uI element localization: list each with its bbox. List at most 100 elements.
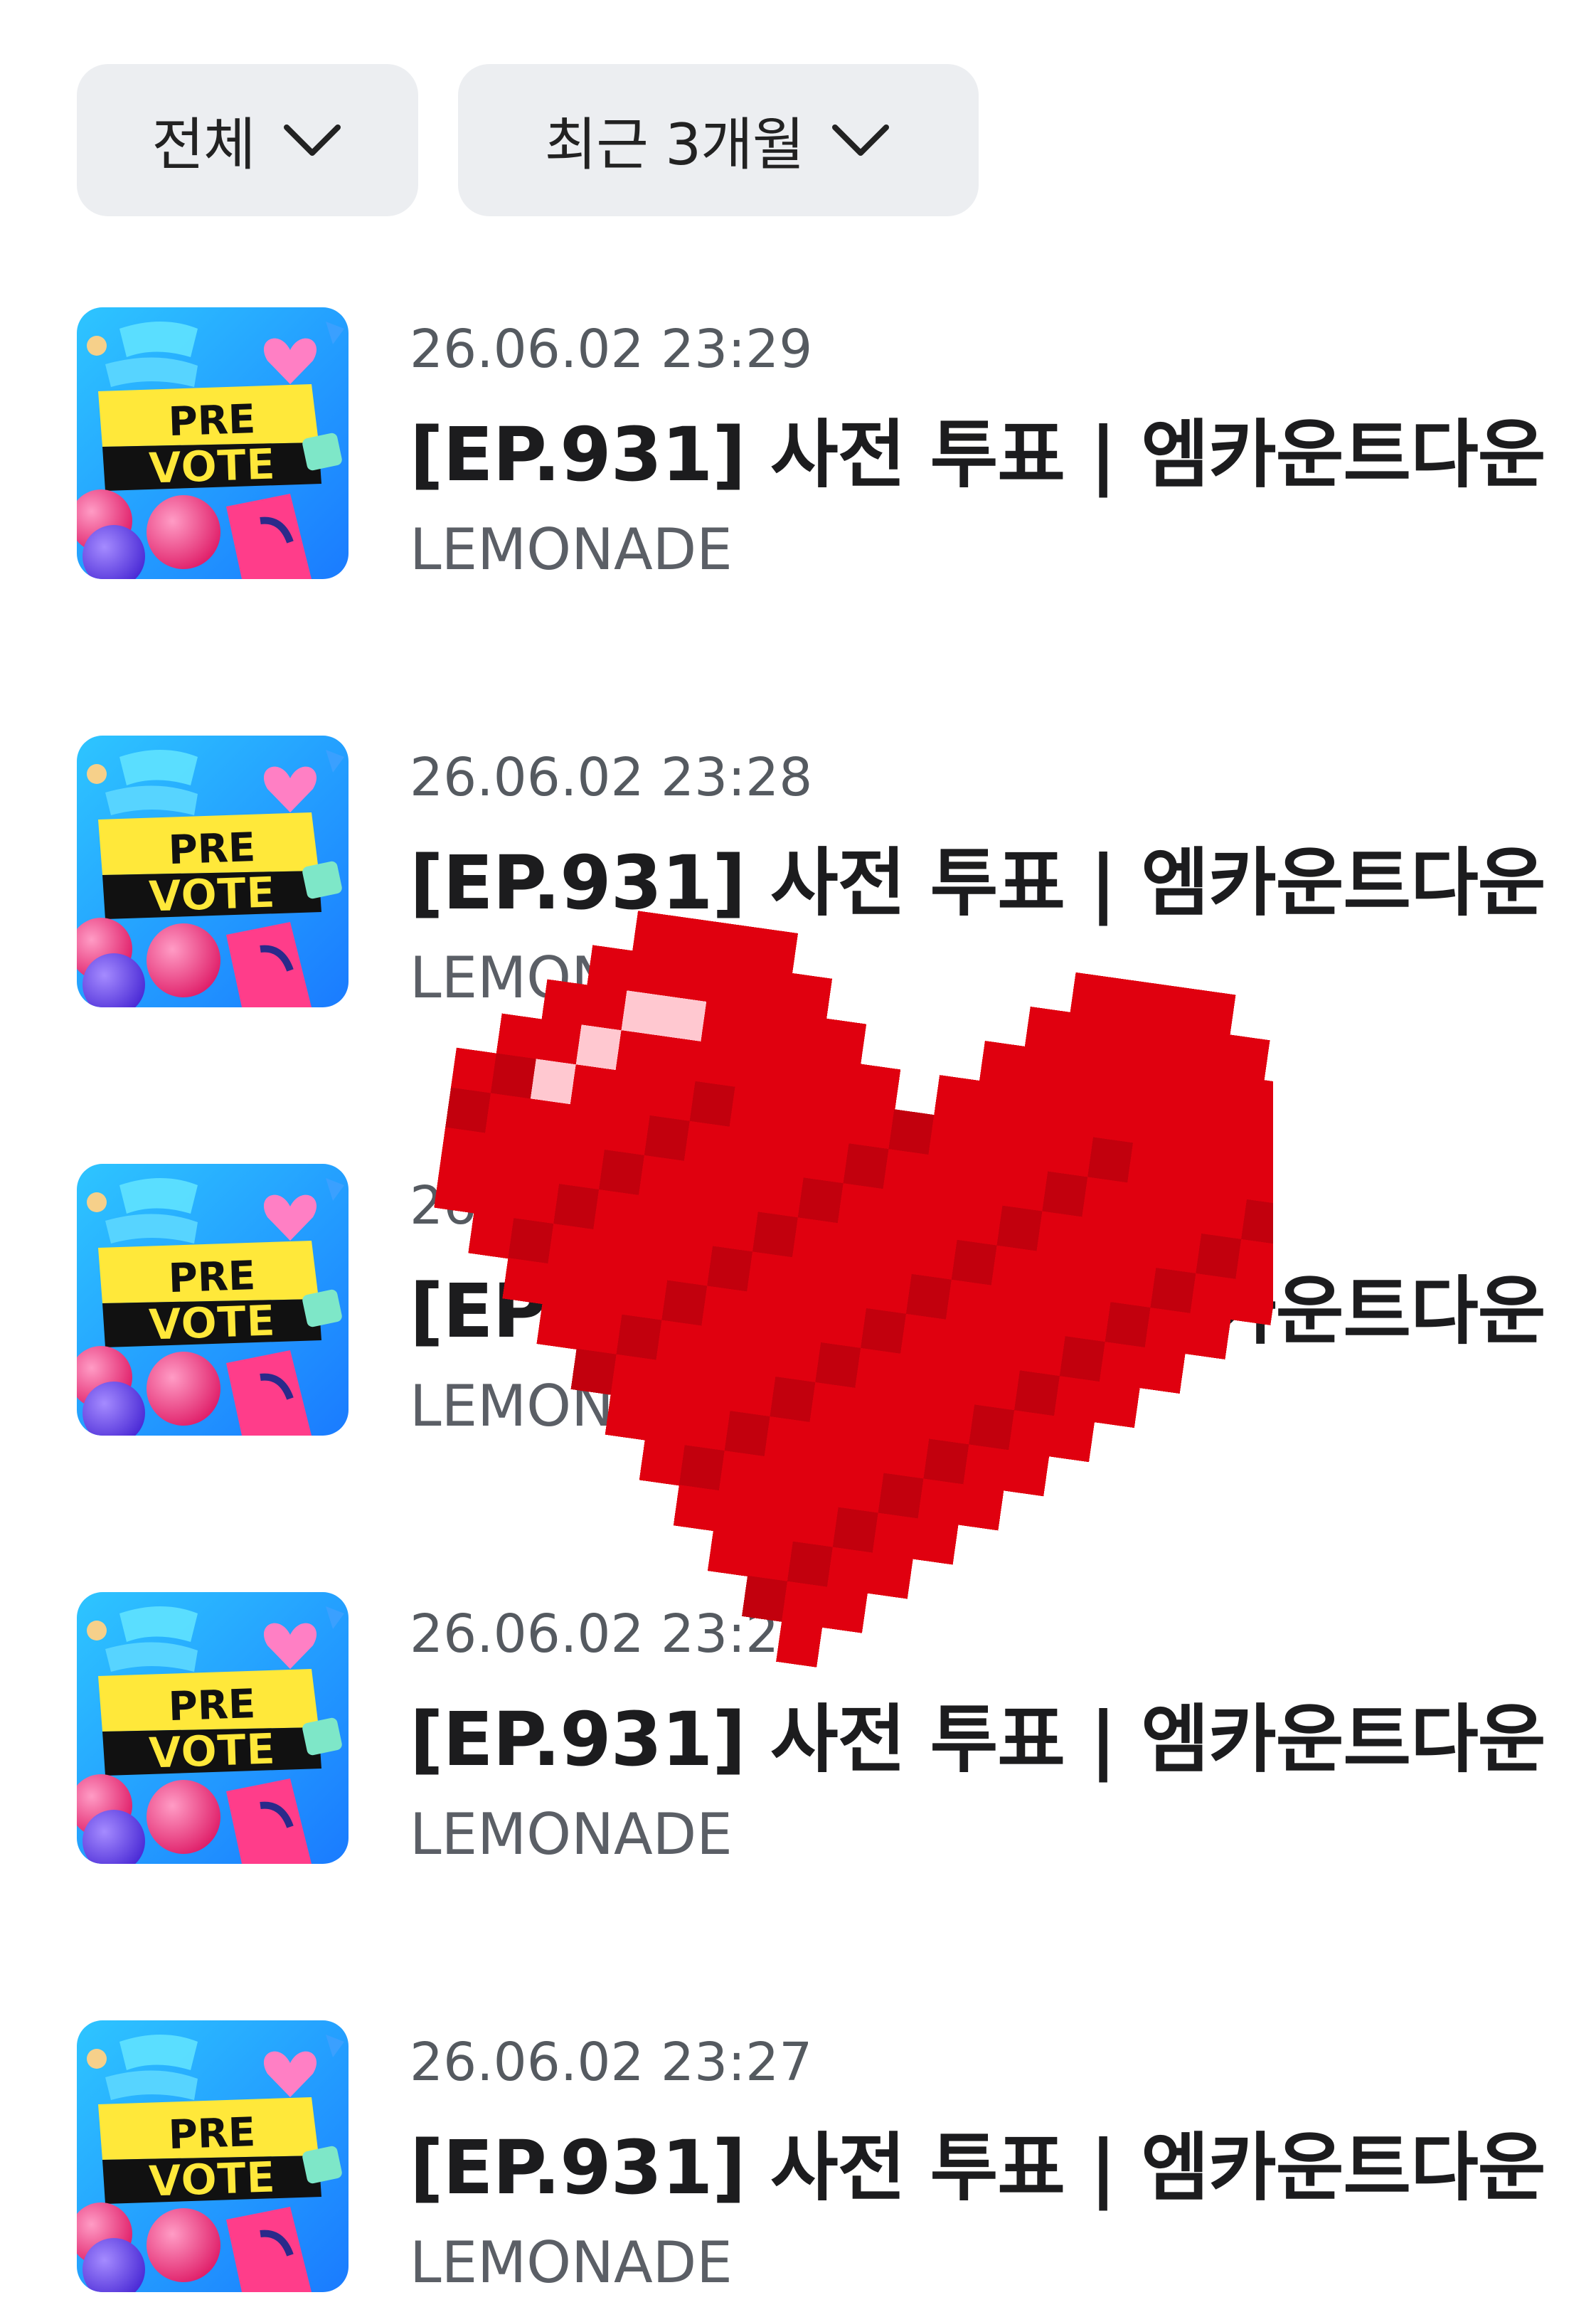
prevote-thumbnail: PRE VOTE [77, 1592, 349, 1864]
heart-pixel [1223, 1034, 1270, 1081]
heart-pixel [730, 1371, 777, 1418]
heart-pixel [923, 1438, 970, 1485]
heart-pixel [860, 1308, 908, 1355]
heart-pixel [872, 1512, 919, 1559]
list-item[interactable]: PRE VOTE 26.06.02 23:29 [EP.931] 사전 투표 |… [77, 307, 1546, 592]
heart-pixel [541, 979, 588, 1026]
heart-pixel [1013, 1086, 1060, 1133]
heart-pixel [922, 1154, 969, 1202]
heart-pixel [752, 1212, 799, 1258]
heart-pixel [678, 1160, 725, 1207]
thumb-line2: VOTE [148, 440, 277, 494]
heart-pixel [962, 1160, 1009, 1207]
heart-pixel [1190, 1273, 1237, 1320]
period-filter-dropdown[interactable]: 최근 3개월 [458, 64, 979, 216]
heart-pixel [1161, 1188, 1208, 1235]
heart-pixel [974, 1364, 1021, 1411]
list-item[interactable]: PRE VOTE 26.06.02 23:27 [EP.931] 사전 투표 |… [77, 2020, 1546, 2305]
heart-pixel [711, 922, 759, 969]
heart-pixel [809, 1098, 856, 1145]
heart-pixel [928, 1115, 975, 1162]
heart-pixel [496, 1013, 543, 1060]
heart-pixel [821, 1303, 868, 1350]
heart-pixel [786, 1257, 834, 1304]
heart-pixel [605, 1394, 651, 1441]
heart-pixel [1218, 1074, 1265, 1121]
heart-pixel [1076, 1216, 1123, 1263]
heart-pixel [696, 1325, 743, 1372]
heart-pixel [1092, 1097, 1139, 1144]
category-filter-dropdown[interactable]: 전체 [77, 64, 418, 216]
heart-pixel [1149, 983, 1196, 1030]
heart-pixel [900, 1313, 947, 1360]
heart-pixel [604, 1110, 651, 1157]
heart-pixel [1183, 1029, 1230, 1076]
heart-pixel [776, 1621, 823, 1668]
heart-pixel [701, 1001, 748, 1049]
heart-pixel [1048, 1416, 1095, 1463]
heart-pixel [968, 1120, 1015, 1167]
heart-pixel [518, 1138, 566, 1185]
heart-pixel [707, 1530, 755, 1577]
heart-pixel [843, 1143, 890, 1190]
heart-pixel [712, 1206, 759, 1253]
heart-pixel [564, 1104, 611, 1151]
heart-pixel [826, 1547, 873, 1594]
prevote-thumbnail: PRE VOTE [77, 307, 349, 579]
heart-pixel [888, 1109, 935, 1156]
heart-pixel [781, 1297, 828, 1344]
heart-pixel [940, 1319, 986, 1366]
heart-pixel [649, 1076, 696, 1123]
heart-pixel [775, 1337, 822, 1384]
heart-pixel [821, 1586, 868, 1633]
chevron-down-icon [283, 124, 341, 156]
heart-pixel [837, 1183, 884, 1230]
heart-pixel [855, 1347, 902, 1394]
thumb-line2: VOTE [148, 1296, 277, 1350]
heart-pixel [735, 1331, 782, 1378]
heart-pixel [576, 1308, 623, 1355]
item-artist: LEMONADE [410, 1801, 733, 1867]
heart-pixel [838, 1467, 885, 1514]
item-artist: LEMONADE [410, 516, 733, 583]
heart-pixel [752, 1495, 799, 1543]
heart-pixel [763, 1132, 810, 1179]
heart-pixel [1196, 1233, 1243, 1281]
heart-pixel [536, 1303, 583, 1350]
chevron-down-icon [832, 124, 890, 156]
heart-pixel [558, 1144, 606, 1191]
heart-pixel [1042, 1171, 1089, 1218]
heart-pixel [530, 1059, 577, 1106]
heart-pixel [878, 1473, 925, 1520]
heart-pixel [644, 1115, 691, 1162]
heart-pixel [707, 1246, 754, 1293]
item-date: 26.06.02 23:28 [410, 747, 813, 808]
heart-pixel [661, 1280, 708, 1327]
heart-pixel [1110, 977, 1156, 1024]
heart-pixel [831, 1223, 878, 1270]
heart-pixel [490, 1053, 537, 1100]
heart-pixel [536, 1019, 582, 1066]
heart-pixel [1014, 1370, 1060, 1417]
heart-pixel [1156, 1228, 1203, 1275]
heart-pixel [895, 1353, 942, 1400]
heart-pixel [1025, 1290, 1072, 1337]
heart-pixel [508, 1218, 555, 1265]
heart-pixel [912, 1518, 959, 1565]
heart-pixel [1036, 1211, 1083, 1258]
heart-pixel [911, 1234, 958, 1281]
heart-pixel [695, 1041, 742, 1088]
heart-pixel [866, 1552, 913, 1599]
heart-pixel [1098, 1057, 1145, 1104]
heart-pixel [1144, 1308, 1191, 1354]
heart-pixel [957, 1484, 1004, 1531]
heart-pixel [672, 1200, 720, 1247]
heart-pixel [792, 1217, 839, 1264]
heart-pixel [1172, 1108, 1219, 1155]
heart-pixel [792, 1501, 839, 1548]
heart-pixel [553, 1184, 600, 1231]
heart-pixel [1110, 1262, 1157, 1309]
heart-pixel [1178, 1069, 1225, 1115]
heart-pixel [638, 1155, 685, 1202]
heart-pixel [1240, 1199, 1273, 1246]
